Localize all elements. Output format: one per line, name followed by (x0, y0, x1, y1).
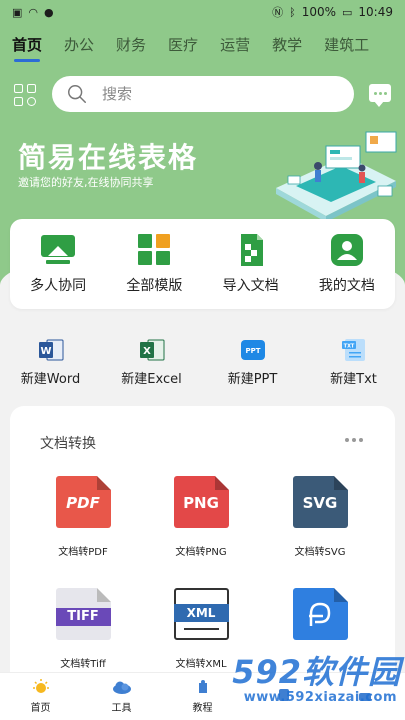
tab-construction[interactable]: 建筑工 (324, 30, 369, 62)
banner-illustration (276, 131, 397, 222)
svg-text:W: W (40, 346, 51, 357)
pdf-file-icon: PDF (55, 476, 111, 528)
wifi-icon: ◠ (28, 5, 39, 19)
message-icon[interactable] (369, 84, 391, 107)
clock: 10:49 (358, 5, 393, 19)
quick-action-label: 我的文档 (318, 277, 375, 294)
bluetooth-icon: ᛒ (289, 5, 296, 19)
templates-icon (138, 233, 171, 265)
import-doc-icon (240, 233, 263, 266)
ppt-icon: PPT (240, 340, 265, 360)
nav-label: 工具 (111, 703, 132, 714)
convert-png-item[interactable]: PNG 文档转PNG (142, 476, 260, 558)
watermark-brand: 592软件园 (232, 653, 401, 691)
nav-tools[interactable]: 工具 (81, 673, 162, 720)
quick-action-label: 全部模版 (126, 277, 183, 294)
tab-operations[interactable]: 运营 (220, 30, 250, 62)
banner-subtitle: 邀请您的好友,在线协同共享 (18, 176, 154, 189)
my-docs-icon (330, 233, 363, 266)
xml-file-icon: XML (173, 588, 229, 640)
convert-label: 文档转Tiff (60, 659, 106, 670)
quick-action-label: 多人协同 (30, 277, 87, 294)
quick-action-import[interactable]: 导入文档 (206, 233, 296, 295)
battery-icon: ▭ (342, 5, 353, 19)
new-file-row: W 新建Word X 新建Excel PPT 新建PPT TXT 新建Txt (0, 338, 405, 390)
quick-action-collab[interactable]: 多人协同 (13, 234, 103, 295)
notification-icon: ▣ (12, 5, 23, 19)
quick-action-label: 导入文档 (222, 277, 279, 294)
collab-icon (41, 234, 76, 264)
new-txt-button[interactable]: TXT 新建Txt (303, 338, 404, 390)
convert-other-item[interactable] (261, 588, 379, 655)
tab-finance[interactable]: 财务 (116, 30, 146, 62)
svg-text:X: X (143, 346, 151, 357)
svg-file-icon: SVG (292, 476, 348, 528)
search-icon (68, 85, 86, 103)
more-icon[interactable] (345, 438, 363, 442)
search-bar[interactable] (52, 76, 354, 112)
convert-tiff-item[interactable]: TIFF 文档转Tiff (24, 588, 142, 670)
word-icon: W (38, 339, 63, 361)
app-icon: ● (44, 5, 54, 19)
banner-title: 简易在线表格 (18, 141, 199, 174)
convert-label: 文档转PDF (58, 547, 108, 558)
tab-medical[interactable]: 医疗 (168, 30, 198, 62)
tiff-file-icon: TIFF (55, 588, 111, 640)
quick-action-my-docs[interactable]: 我的文档 (302, 233, 392, 295)
png-file-icon: PNG (173, 476, 229, 528)
tab-teaching[interactable]: 教学 (272, 30, 302, 62)
conversion-title: 文档转换 (40, 436, 96, 452)
convert-label: 文档转SVG (294, 547, 346, 558)
nav-home[interactable]: 首页 (0, 673, 81, 720)
conversion-card: 文档转换 PDF 文档转PDF PNG 文档转PNG SVG 文档转SVG TI… (10, 406, 395, 686)
new-excel-button[interactable]: X 新建Excel (101, 338, 202, 390)
convert-svg-item[interactable]: SVG 文档转SVG (261, 476, 379, 558)
new-ppt-button[interactable]: PPT 新建PPT (202, 338, 303, 390)
excel-icon: X (139, 339, 164, 361)
generic-file-icon (292, 588, 348, 640)
new-ppt-label: 新建PPT (227, 372, 278, 387)
tab-home[interactable]: 首页 (12, 30, 42, 62)
apps-grid-icon[interactable] (14, 84, 36, 106)
status-bar: ▣ ◠ ● Ⓝ ᛒ 100% ▭ 10:49 (0, 0, 405, 24)
txt-icon: TXT (341, 339, 365, 361)
new-excel-label: 新建Excel (121, 372, 182, 387)
svg-text:PPT: PPT (245, 347, 260, 355)
category-tabs: 首页 办公 财务 医疗 运营 教学 建筑工 (0, 30, 405, 62)
new-word-label: 新建Word (20, 372, 81, 387)
new-txt-label: 新建Txt (330, 372, 377, 387)
search-input[interactable] (102, 85, 302, 103)
convert-label: 文档转PNG (175, 547, 227, 558)
watermark-url: www.592xiazai.com (243, 690, 397, 705)
new-word-button[interactable]: W 新建Word (0, 338, 101, 390)
sun-icon (32, 679, 49, 693)
watermark: 592软件园 www.592xiazai.com (196, 654, 401, 710)
tab-office[interactable]: 办公 (64, 30, 94, 62)
nav-label: 首页 (30, 703, 51, 714)
quick-action-templates[interactable]: 全部模版 (109, 233, 199, 295)
convert-pdf-item[interactable]: PDF 文档转PDF (24, 476, 142, 558)
nfc-icon: Ⓝ (272, 6, 284, 19)
battery-percent: 100% (301, 5, 336, 19)
svg-text:TXT: TXT (343, 344, 354, 350)
quick-actions-card: 多人协同 全部模版 导入文档 我的文档 (10, 219, 395, 309)
cloud-icon (112, 681, 131, 694)
